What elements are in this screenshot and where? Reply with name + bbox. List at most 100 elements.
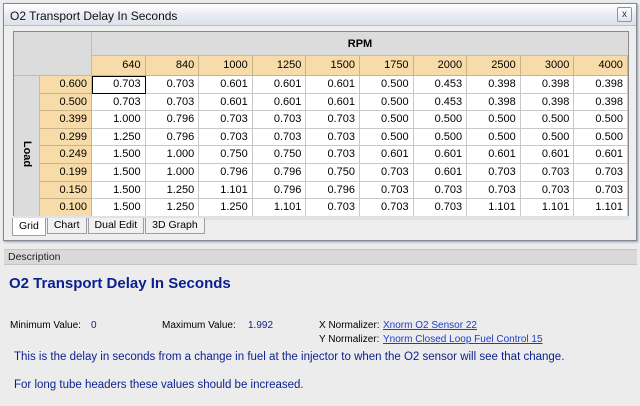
table-cell[interactable]: 0.703 — [145, 76, 200, 94]
table-cell[interactable]: 1.000 — [92, 111, 146, 129]
table-cell[interactable]: 0.398 — [574, 76, 628, 94]
table-cell[interactable]: 0.398 — [467, 76, 521, 94]
y-normalizer-link[interactable]: Ynorm Closed Loop Fuel Control 15 — [383, 334, 543, 345]
table-cell[interactable]: 0.500 — [359, 128, 414, 147]
table-cell[interactable]: 0.500 — [359, 111, 414, 129]
table-cell[interactable]: 0.796 — [306, 181, 360, 200]
table-cell[interactable]: 0.703 — [359, 181, 414, 200]
table-cell[interactable]: 1.500 — [92, 199, 146, 216]
table-cell[interactable]: 1.101 — [520, 199, 575, 216]
table-cell[interactable]: 0.750 — [199, 146, 253, 164]
table-cell[interactable]: 1.000 — [145, 146, 200, 164]
tab-chart[interactable]: Chart — [46, 218, 87, 234]
table-cell[interactable]: 0.703 — [145, 93, 200, 112]
table-cell[interactable]: 1.250 — [199, 199, 253, 216]
row-header[interactable]: 0.199 — [40, 163, 92, 182]
table-cell[interactable]: 0.750 — [252, 146, 307, 164]
table-cell[interactable]: 0.500 — [413, 111, 468, 129]
table-cell[interactable]: 0.601 — [252, 93, 307, 112]
table-cell[interactable]: 0.500 — [520, 111, 575, 129]
table-cell[interactable]: 0.796 — [145, 111, 200, 129]
table-cell[interactable]: 0.703 — [92, 93, 146, 112]
table-cell[interactable]: 1.250 — [145, 199, 200, 216]
table-cell[interactable]: 1.000 — [145, 163, 200, 182]
table-cell[interactable]: 0.703 — [574, 163, 628, 182]
tab-3d-graph[interactable]: 3D Graph — [145, 218, 205, 234]
title-bar[interactable]: O2 Transport Delay In Seconds x — [4, 4, 636, 26]
table-cell[interactable]: 1.500 — [92, 163, 146, 182]
table-cell[interactable]: 0.703 — [574, 181, 628, 200]
row-header[interactable]: 0.299 — [40, 128, 92, 147]
table-cell[interactable]: 0.703 — [306, 128, 360, 147]
table-cell[interactable]: 0.796 — [199, 163, 253, 182]
table-cell[interactable]: 0.500 — [467, 111, 521, 129]
table-cell[interactable]: 0.703 — [520, 163, 575, 182]
column-header[interactable]: 1000 — [199, 56, 253, 76]
table-cell[interactable]: 0.703 — [199, 111, 253, 129]
row-header[interactable]: 0.100 — [40, 199, 92, 216]
row-header[interactable]: 0.249 — [40, 146, 92, 164]
table-cell[interactable]: 1.101 — [252, 199, 307, 216]
column-header[interactable]: 2500 — [467, 56, 521, 76]
table-cell[interactable]: 0.601 — [252, 76, 307, 94]
table-cell[interactable]: 0.703 — [467, 181, 521, 200]
column-header[interactable]: 640 — [92, 56, 146, 76]
table-cell[interactable]: 0.500 — [467, 128, 521, 147]
table-cell[interactable]: 0.601 — [413, 146, 468, 164]
table-cell[interactable]: 1.101 — [574, 199, 628, 216]
table-cell[interactable]: 0.398 — [574, 93, 628, 112]
table-cell[interactable]: 0.398 — [520, 76, 575, 94]
table-cell[interactable]: 0.703 — [92, 76, 146, 94]
table-cell[interactable]: 0.703 — [252, 128, 307, 147]
table-cell[interactable]: 0.703 — [252, 111, 307, 129]
column-header[interactable]: 4000 — [574, 56, 628, 76]
table-cell[interactable]: 0.500 — [520, 128, 575, 147]
table-cell[interactable]: 0.601 — [359, 146, 414, 164]
table-cell[interactable]: 0.398 — [467, 93, 521, 112]
table-cell[interactable]: 0.796 — [145, 128, 200, 147]
table-cell[interactable]: 1.101 — [199, 181, 253, 200]
table-cell[interactable]: 0.703 — [467, 163, 521, 182]
table-cell[interactable]: 0.703 — [306, 146, 360, 164]
table-cell[interactable]: 0.601 — [520, 146, 575, 164]
row-header[interactable]: 0.500 — [40, 93, 92, 112]
table-cell[interactable]: 1.250 — [92, 128, 146, 147]
table-cell[interactable]: 1.101 — [467, 199, 521, 216]
column-header[interactable]: 3000 — [520, 56, 575, 76]
table-cell[interactable]: 0.703 — [359, 199, 414, 216]
column-header[interactable]: 2000 — [413, 56, 468, 76]
table-cell[interactable]: 0.796 — [252, 181, 307, 200]
table-cell[interactable]: 0.500 — [359, 76, 414, 94]
table-cell[interactable]: 0.703 — [306, 111, 360, 129]
table-cell[interactable]: 0.453 — [413, 93, 468, 112]
column-header[interactable]: 840 — [145, 56, 200, 76]
table-cell[interactable]: 1.500 — [92, 146, 146, 164]
row-header[interactable]: 0.150 — [40, 181, 92, 200]
column-header[interactable]: 1250 — [252, 56, 307, 76]
table-cell[interactable]: 0.500 — [574, 128, 628, 147]
table-cell[interactable]: 1.250 — [145, 181, 200, 200]
table-cell[interactable]: 0.703 — [199, 128, 253, 147]
table-cell[interactable]: 0.750 — [306, 163, 360, 182]
x-normalizer-link[interactable]: Xnorm O2 Sensor 22 — [383, 320, 477, 331]
table-cell[interactable]: 0.703 — [306, 199, 360, 216]
table-cell[interactable]: 0.703 — [520, 181, 575, 200]
table-cell[interactable]: 0.500 — [359, 93, 414, 112]
column-header[interactable]: 1500 — [306, 56, 360, 76]
table-cell[interactable]: 0.796 — [252, 163, 307, 182]
table-cell[interactable]: 0.601 — [574, 146, 628, 164]
table-cell[interactable]: 1.500 — [92, 181, 146, 200]
tab-dual-edit[interactable]: Dual Edit — [87, 218, 145, 234]
tab-grid[interactable]: Grid — [12, 218, 46, 236]
table-cell[interactable]: 0.601 — [467, 146, 521, 164]
table-cell[interactable]: 0.601 — [199, 76, 253, 94]
column-header[interactable]: 1750 — [359, 56, 414, 76]
table-cell[interactable]: 0.703 — [359, 163, 414, 182]
table-cell[interactable]: 0.453 — [413, 76, 468, 94]
row-header[interactable]: 0.399 — [40, 111, 92, 129]
table-cell[interactable]: 0.601 — [413, 163, 468, 182]
row-header[interactable]: 0.600 — [40, 76, 92, 94]
table-cell[interactable]: 0.500 — [574, 111, 628, 129]
table-cell[interactable]: 0.703 — [413, 199, 468, 216]
table-cell[interactable]: 0.398 — [520, 93, 575, 112]
